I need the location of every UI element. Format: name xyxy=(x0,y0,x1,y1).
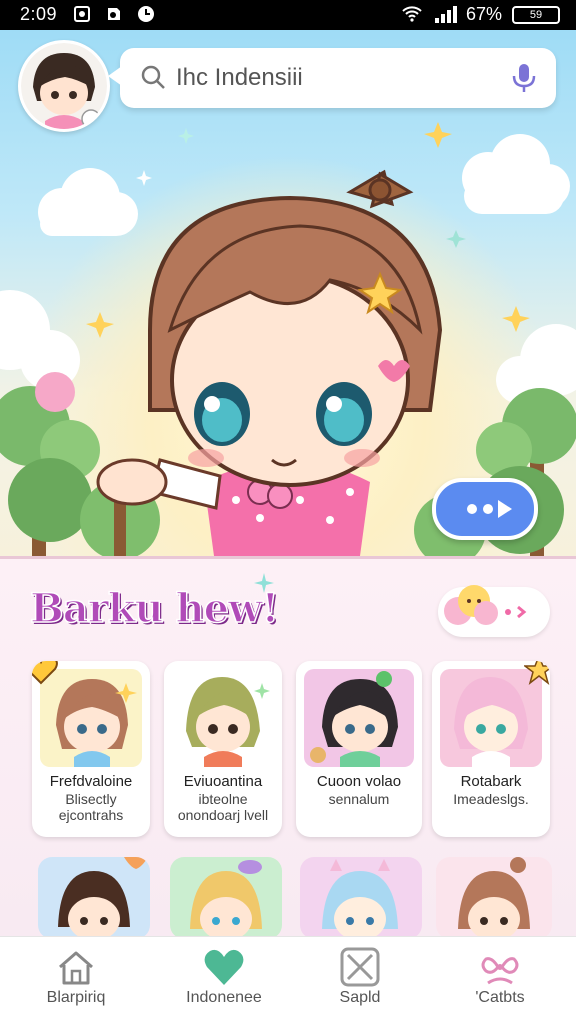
avatar-image xyxy=(21,43,107,129)
nav-label: Sapld xyxy=(339,989,381,1006)
character-card-2[interactable]: Eviuoantina ibteolne onondoarj lvell xyxy=(164,661,282,837)
character-dark-hair-image xyxy=(58,857,148,939)
card-thumbnail xyxy=(172,669,274,767)
status-bar: 2:09 67% 59 xyxy=(0,0,576,30)
card-title: Frefdvaloine xyxy=(49,773,133,790)
girl-character xyxy=(96,169,443,556)
character-blue-hair-image xyxy=(322,859,398,939)
battery-percent: 67% xyxy=(466,4,503,24)
character-card-7[interactable] xyxy=(300,857,422,939)
nav-label: Blarpiriq xyxy=(46,989,106,1006)
photo-notification-icon xyxy=(74,6,90,22)
character-card-6[interactable] xyxy=(170,857,282,939)
card-caption: ejcontrahs xyxy=(58,807,124,823)
card-subtitle: ibteolne xyxy=(198,791,248,807)
nav-item-home[interactable]: Blarpiriq xyxy=(4,937,148,1025)
heart-icon xyxy=(32,661,58,685)
crossed-box-icon xyxy=(340,947,380,987)
character-card-8[interactable] xyxy=(436,857,552,939)
card-title: Eviuoantina xyxy=(183,773,263,790)
microphone-icon[interactable] xyxy=(510,62,538,94)
search-icon xyxy=(141,65,165,89)
home-icon xyxy=(59,951,93,985)
battery-level: 59 xyxy=(529,9,543,21)
battery-icon: 59 xyxy=(512,6,560,24)
wifi-icon xyxy=(402,6,422,22)
nav-item-favorites[interactable]: Indonenee xyxy=(152,937,296,1025)
card-title: Cuoon volao xyxy=(316,773,402,790)
status-time: 2:09 xyxy=(20,4,58,24)
character-auburn-hair-image xyxy=(458,857,530,939)
card-subtitle: Blisectly xyxy=(65,791,117,807)
clock-notification-icon xyxy=(138,6,154,22)
hero-banner: Ihc Indensiii xyxy=(0,30,576,556)
bottom-navigation: Blarpiriq Indonenee Sapld 'Catbts xyxy=(0,936,576,1025)
star-icon xyxy=(524,661,550,685)
cloud-left-low xyxy=(0,290,80,390)
bow-icon xyxy=(481,957,519,985)
nav-item-saved[interactable]: Sapld xyxy=(288,937,432,1025)
chat-button[interactable] xyxy=(432,478,538,540)
user-avatar[interactable] xyxy=(18,40,110,132)
character-card-1[interactable]: Frefdvaloine Blisectly ejcontrahs xyxy=(32,661,150,837)
card-subtitle: sennalum xyxy=(328,791,390,807)
chat-send-icon xyxy=(467,500,512,518)
content-panel: Barku hew! Frefdvaloine Blisectly ejcont… xyxy=(0,556,576,939)
sparkle-icon xyxy=(254,573,274,593)
nav-label: 'Catbts xyxy=(475,989,525,1006)
cloud-mascot-icon xyxy=(444,585,498,625)
card-title: Rotabark xyxy=(460,773,522,790)
nav-label: Indonenee xyxy=(186,989,262,1006)
character-card-5[interactable] xyxy=(38,857,150,939)
card-subtitle: Imeadeslgs. xyxy=(453,791,529,807)
nav-item-cats[interactable]: 'Catbts xyxy=(428,937,572,1025)
cloud-left xyxy=(38,168,138,236)
search-input-text[interactable]: Ihc Indensiii xyxy=(176,64,303,92)
character-green-hair-image xyxy=(186,677,270,767)
card-thumbnail xyxy=(304,669,414,767)
heart-icon xyxy=(204,949,244,985)
cloud-right xyxy=(462,134,570,214)
character-blonde-hair-image xyxy=(190,860,262,939)
search-bar[interactable]: Ihc Indensiii xyxy=(108,48,556,108)
character-black-hair-image xyxy=(310,671,398,767)
section-title: Barku hew! xyxy=(29,584,280,633)
signal-icon xyxy=(435,6,457,23)
character-card-4[interactable]: Rotabark Imeadeslgs. xyxy=(432,661,550,837)
app-notification-icon xyxy=(108,8,120,20)
character-card-3[interactable]: Cuoon volao sennalum xyxy=(296,661,422,837)
card-caption: onondoarj lvell xyxy=(177,807,269,823)
